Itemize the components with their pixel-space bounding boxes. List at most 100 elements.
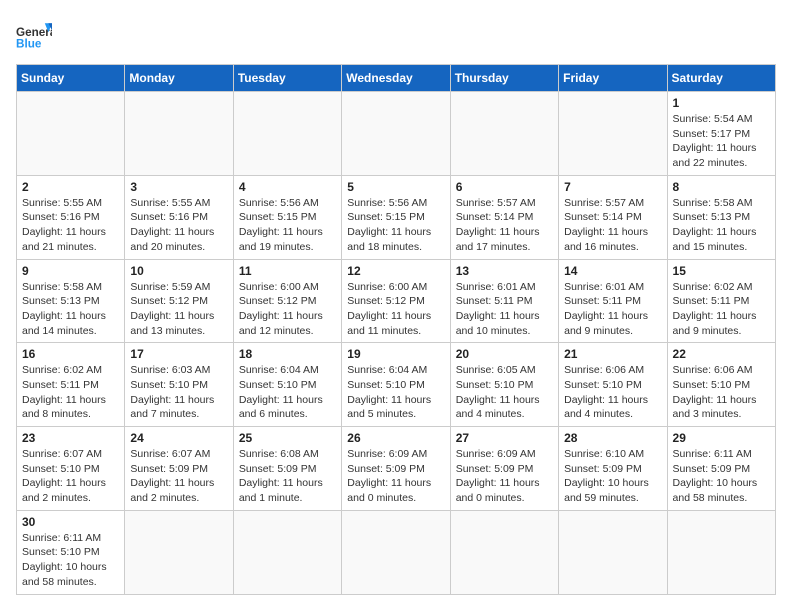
day-info: Sunrise: 5:54 AM Sunset: 5:17 PM Dayligh… — [673, 112, 770, 171]
day-number: 12 — [347, 264, 444, 278]
day-info: Sunrise: 6:06 AM Sunset: 5:10 PM Dayligh… — [673, 363, 770, 422]
day-info: Sunrise: 5:55 AM Sunset: 5:16 PM Dayligh… — [22, 196, 119, 255]
calendar-cell — [559, 510, 667, 594]
weekday-header-saturday: Saturday — [667, 65, 775, 92]
day-info: Sunrise: 5:58 AM Sunset: 5:13 PM Dayligh… — [22, 280, 119, 339]
day-number: 18 — [239, 347, 336, 361]
calendar-cell: 2 Sunrise: 5:55 AM Sunset: 5:16 PM Daylig… — [17, 175, 125, 259]
calendar-cell: 18 Sunrise: 6:04 AM Sunset: 5:10 PM Dayli… — [233, 343, 341, 427]
day-number: 19 — [347, 347, 444, 361]
calendar-cell: 24Sunrise: 6:07 AM Sunset: 5:09 PM Dayli… — [125, 427, 233, 511]
calendar-cell: 19 Sunrise: 6:04 AM Sunset: 5:10 PM Dayli… — [342, 343, 450, 427]
day-info: Sunrise: 5:56 AM Sunset: 5:15 PM Dayligh… — [239, 196, 336, 255]
calendar-cell — [125, 510, 233, 594]
calendar-cell: 3 Sunrise: 5:55 AM Sunset: 5:16 PM Daylig… — [125, 175, 233, 259]
weekday-header-sunday: Sunday — [17, 65, 125, 92]
calendar-cell — [450, 92, 558, 176]
calendar-cell: 7 Sunrise: 5:57 AM Sunset: 5:14 PM Daylig… — [559, 175, 667, 259]
day-number: 7 — [564, 180, 661, 194]
calendar-cell: 28 Sunrise: 6:10 AM Sunset: 5:09 PM Dayli… — [559, 427, 667, 511]
day-number: 24 — [130, 431, 227, 445]
day-number: 23 — [22, 431, 119, 445]
day-info: Sunrise: 6:00 AM Sunset: 5:12 PM Dayligh… — [239, 280, 336, 339]
day-number: 15 — [673, 264, 770, 278]
calendar-cell: 8 Sunrise: 5:58 AM Sunset: 5:13 PM Daylig… — [667, 175, 775, 259]
calendar-cell — [233, 510, 341, 594]
day-number: 16 — [22, 347, 119, 361]
calendar-cell: 11 Sunrise: 6:00 AM Sunset: 5:12 PM Dayli… — [233, 259, 341, 343]
day-number: 5 — [347, 180, 444, 194]
calendar-cell — [17, 92, 125, 176]
day-info: Sunrise: 6:09 AM Sunset: 5:09 PM Dayligh… — [456, 447, 553, 506]
day-number: 17 — [130, 347, 227, 361]
day-number: 9 — [22, 264, 119, 278]
calendar-cell: 16 Sunrise: 6:02 AM Sunset: 5:11 PM Dayli… — [17, 343, 125, 427]
calendar-cell — [342, 510, 450, 594]
day-info: Sunrise: 6:02 AM Sunset: 5:11 PM Dayligh… — [22, 363, 119, 422]
day-number: 4 — [239, 180, 336, 194]
day-number: 8 — [673, 180, 770, 194]
calendar-cell: 21 Sunrise: 6:06 AM Sunset: 5:10 PM Dayli… — [559, 343, 667, 427]
logo: General Blue — [16, 16, 52, 52]
calendar-cell: 4 Sunrise: 5:56 AM Sunset: 5:15 PM Daylig… — [233, 175, 341, 259]
day-number: 25 — [239, 431, 336, 445]
day-info: Sunrise: 6:04 AM Sunset: 5:10 PM Dayligh… — [347, 363, 444, 422]
calendar-cell — [342, 92, 450, 176]
day-info: Sunrise: 6:05 AM Sunset: 5:10 PM Dayligh… — [456, 363, 553, 422]
day-number: 14 — [564, 264, 661, 278]
svg-text:Blue: Blue — [16, 38, 42, 51]
day-info: Sunrise: 6:06 AM Sunset: 5:10 PM Dayligh… — [564, 363, 661, 422]
weekday-header-friday: Friday — [559, 65, 667, 92]
day-info: Sunrise: 5:58 AM Sunset: 5:13 PM Dayligh… — [673, 196, 770, 255]
calendar-cell: 27 Sunrise: 6:09 AM Sunset: 5:09 PM Dayli… — [450, 427, 558, 511]
calendar-cell: 23 Sunrise: 6:07 AM Sunset: 5:10 PM Dayli… — [17, 427, 125, 511]
day-number: 20 — [456, 347, 553, 361]
calendar-cell: 22 Sunrise: 6:06 AM Sunset: 5:10 PM Dayli… — [667, 343, 775, 427]
day-number: 21 — [564, 347, 661, 361]
calendar-cell — [667, 510, 775, 594]
calendar-cell: 15Sunrise: 6:02 AM Sunset: 5:11 PM Dayli… — [667, 259, 775, 343]
day-number: 13 — [456, 264, 553, 278]
day-info: Sunrise: 6:11 AM Sunset: 5:10 PM Dayligh… — [22, 531, 119, 590]
calendar-table: SundayMondayTuesdayWednesdayThursdayFrid… — [16, 64, 776, 595]
calendar-cell: 29Sunrise: 6:11 AM Sunset: 5:09 PM Dayli… — [667, 427, 775, 511]
calendar-cell — [559, 92, 667, 176]
calendar-cell: 30 Sunrise: 6:11 AM Sunset: 5:10 PM Dayli… — [17, 510, 125, 594]
day-info: Sunrise: 6:01 AM Sunset: 5:11 PM Dayligh… — [564, 280, 661, 339]
day-info: Sunrise: 6:00 AM Sunset: 5:12 PM Dayligh… — [347, 280, 444, 339]
day-info: Sunrise: 5:59 AM Sunset: 5:12 PM Dayligh… — [130, 280, 227, 339]
weekday-header-monday: Monday — [125, 65, 233, 92]
day-number: 3 — [130, 180, 227, 194]
calendar-cell: 13Sunrise: 6:01 AM Sunset: 5:11 PM Dayli… — [450, 259, 558, 343]
day-number: 22 — [673, 347, 770, 361]
day-info: Sunrise: 6:11 AM Sunset: 5:09 PM Dayligh… — [673, 447, 770, 506]
calendar-cell: 1Sunrise: 5:54 AM Sunset: 5:17 PM Daylig… — [667, 92, 775, 176]
calendar-cell: 9 Sunrise: 5:58 AM Sunset: 5:13 PM Daylig… — [17, 259, 125, 343]
calendar-cell: 14 Sunrise: 6:01 AM Sunset: 5:11 PM Dayli… — [559, 259, 667, 343]
day-info: Sunrise: 5:55 AM Sunset: 5:16 PM Dayligh… — [130, 196, 227, 255]
day-info: Sunrise: 6:07 AM Sunset: 5:10 PM Dayligh… — [22, 447, 119, 506]
day-info: Sunrise: 5:57 AM Sunset: 5:14 PM Dayligh… — [564, 196, 661, 255]
day-info: Sunrise: 6:09 AM Sunset: 5:09 PM Dayligh… — [347, 447, 444, 506]
calendar-cell — [450, 510, 558, 594]
day-number: 30 — [22, 515, 119, 529]
day-info: Sunrise: 6:04 AM Sunset: 5:10 PM Dayligh… — [239, 363, 336, 422]
day-number: 11 — [239, 264, 336, 278]
day-info: Sunrise: 5:56 AM Sunset: 5:15 PM Dayligh… — [347, 196, 444, 255]
weekday-header-tuesday: Tuesday — [233, 65, 341, 92]
calendar-cell: 6Sunrise: 5:57 AM Sunset: 5:14 PM Daylig… — [450, 175, 558, 259]
calendar-cell: 12 Sunrise: 6:00 AM Sunset: 5:12 PM Dayli… — [342, 259, 450, 343]
calendar-cell: 5 Sunrise: 5:56 AM Sunset: 5:15 PM Daylig… — [342, 175, 450, 259]
day-info: Sunrise: 6:10 AM Sunset: 5:09 PM Dayligh… — [564, 447, 661, 506]
weekday-header-thursday: Thursday — [450, 65, 558, 92]
day-number: 10 — [130, 264, 227, 278]
weekday-header-wednesday: Wednesday — [342, 65, 450, 92]
day-number: 2 — [22, 180, 119, 194]
day-number: 26 — [347, 431, 444, 445]
day-info: Sunrise: 5:57 AM Sunset: 5:14 PM Dayligh… — [456, 196, 553, 255]
calendar-cell: 20 Sunrise: 6:05 AM Sunset: 5:10 PM Dayli… — [450, 343, 558, 427]
day-number: 27 — [456, 431, 553, 445]
day-number: 28 — [564, 431, 661, 445]
logo-icon: General Blue — [16, 16, 52, 52]
calendar-cell: 25Sunrise: 6:08 AM Sunset: 5:09 PM Dayli… — [233, 427, 341, 511]
